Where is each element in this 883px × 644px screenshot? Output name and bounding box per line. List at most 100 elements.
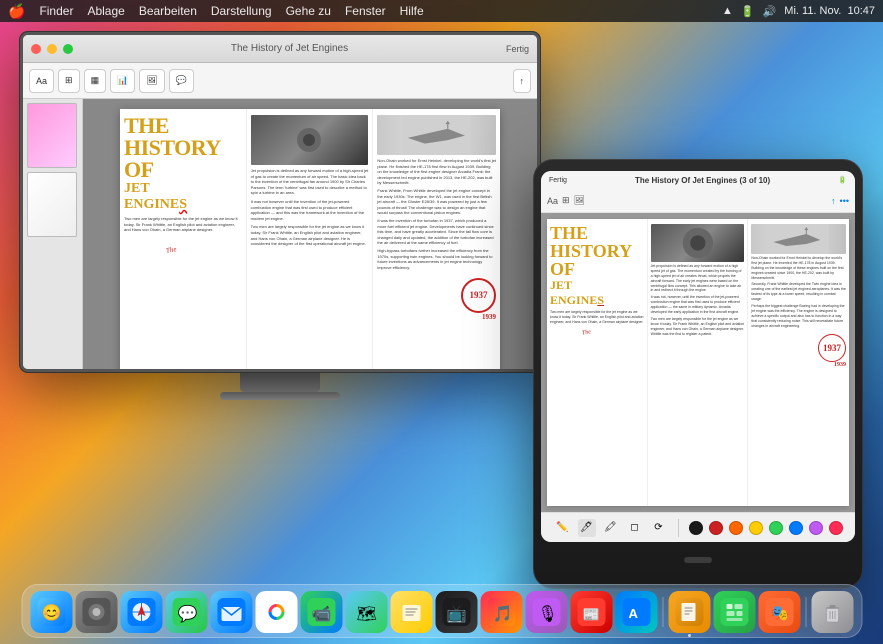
ipad-home-bar[interactable] <box>684 557 712 563</box>
ipad-toolbar-more[interactable]: ••• <box>840 196 849 206</box>
sharing-icon[interactable]: Fertig <box>506 44 529 54</box>
ipad-doc-title-bar: The History Of Jet Engines (3 of 10) <box>635 176 770 185</box>
ipad-body: Fertig The History Of Jet Engines (3 of … <box>533 159 863 589</box>
doc-left-column: THEHISTORYOF The JETENGINES Two men are … <box>120 109 247 369</box>
ipad: Fertig The History Of Jet Engines (3 of … <box>533 159 863 589</box>
doc-year-stamp-1937: 1937 <box>461 278 496 313</box>
ipad-toolbar-media[interactable]: 🖼 <box>574 195 585 206</box>
dock-separator <box>662 597 663 627</box>
toolbar-media[interactable]: 🖼 <box>139 69 164 93</box>
toolbar-format[interactable]: Aa <box>29 69 54 93</box>
pages-doc: THEHISTORYOF The JETENGINES Two men are … <box>83 99 537 369</box>
color-swatch-blue[interactable] <box>789 521 803 535</box>
dock-icon-news[interactable]: 📰 <box>570 591 612 633</box>
dock-icon-appstore[interactable]: A <box>615 591 657 633</box>
toolbar-chart[interactable]: 📊 <box>110 69 135 93</box>
ipad-year-2: 1939 <box>751 362 846 368</box>
color-swatch-green[interactable] <box>769 521 783 535</box>
ipad-screen: Fertig The History Of Jet Engines (3 of … <box>541 171 855 542</box>
ipad-toolbar-format[interactable]: Aa <box>547 196 558 206</box>
doc-mid-column: Jet propulsion is defined as any forward… <box>247 109 374 369</box>
dock: 😊 💬 📹 🗺 📺 🎵 � <box>21 584 862 638</box>
color-swatch-purple[interactable] <box>809 521 823 535</box>
menubar-darstellung[interactable]: Darstellung <box>211 4 272 18</box>
dock-icon-maps[interactable]: 🗺 <box>345 591 387 633</box>
imac-screen: The History of Jet Engines Fertig Aa ⊞ ▦… <box>20 32 540 372</box>
desktop: 🍎 Finder Ablage Bearbeiten Darstellung G… <box>0 0 883 644</box>
pencil-tool-marker[interactable]: 🖊 <box>578 519 596 537</box>
dock-icon-photos[interactable] <box>255 591 297 633</box>
dock-dot-pages <box>688 634 691 637</box>
ipad-toolbar-insert[interactable]: ⊞ <box>562 195 570 206</box>
dock-icon-podcasts[interactable]: 🎙 <box>525 591 567 633</box>
dock-icon-finder[interactable]: 😊 <box>30 591 72 633</box>
menubar-ablage[interactable]: Ablage <box>87 4 124 18</box>
dock-icon-pages[interactable] <box>668 591 710 633</box>
toolbar-share[interactable]: ↑ <box>513 69 532 93</box>
menubar-hilfe[interactable]: Hilfe <box>400 4 424 18</box>
menubar-finder[interactable]: Finder <box>39 4 73 18</box>
pages-sidebar <box>23 99 83 369</box>
apple-menu[interactable]: 🍎 <box>8 3 25 20</box>
pencil-tool-pen[interactable]: ✏️ <box>554 519 572 537</box>
menubar-bearbeiten[interactable]: Bearbeiten <box>139 4 197 18</box>
dock-icon-tv[interactable]: 📺 <box>435 591 477 633</box>
maximize-button[interactable] <box>63 44 73 54</box>
pages-toolbar[interactable]: Aa ⊞ ▦ 📊 🖼 💬 ↑ <box>23 63 537 99</box>
ipad-left-column: THEHISTORYOF The JETENGINES Two men are … <box>547 219 648 506</box>
dock-icon-keynote[interactable]: 🎭 <box>758 591 800 633</box>
dock-icon-numbers[interactable] <box>713 591 755 633</box>
menubar-volume: 🔊 <box>763 5 777 18</box>
page-thumbnail-1[interactable] <box>27 103 77 168</box>
svg-text:📺: 📺 <box>446 605 466 623</box>
page-thumbnail-2[interactable] <box>27 172 77 237</box>
dock-icon-music[interactable]: 🎵 <box>480 591 522 633</box>
ipad-home-area <box>541 542 855 577</box>
color-swatch-orange[interactable] <box>729 521 743 535</box>
menubar-left: 🍎 Finder Ablage Bearbeiten Darstellung G… <box>8 3 424 20</box>
dock-icon-messages[interactable]: 💬 <box>165 591 207 633</box>
toolbar-table[interactable]: ▦ <box>84 69 107 93</box>
doc-body-mid-3: Two men are largely responsible for the … <box>251 224 369 246</box>
svg-text:🎵: 🎵 <box>492 605 512 623</box>
ipad-doc-page: THEHISTORYOF The JETENGINES Two men are … <box>547 219 849 506</box>
dock-icon-mail[interactable] <box>210 591 252 633</box>
menubar-battery: 🔋 <box>741 5 755 18</box>
toolbar-comment[interactable]: 💬 <box>169 69 194 93</box>
doc-body-right-3: It was the invention of the turbofan in … <box>377 218 496 246</box>
dock-icon-facetime2[interactable] <box>390 591 432 633</box>
svg-text:📰: 📰 <box>582 606 599 622</box>
doc-subtitle: JETENGINES <box>124 181 242 213</box>
color-swatch-black[interactable] <box>689 521 703 535</box>
pages-content: THEHISTORYOF The JETENGINES Two men are … <box>23 99 537 369</box>
dock-icon-facetime[interactable]: 📹 <box>300 591 342 633</box>
pencil-tool-eraser[interactable]: ◻ <box>626 519 644 537</box>
ipad-toolbar-share[interactable]: ↑ <box>831 196 836 206</box>
pencil-tool-lasso[interactable]: ⟳ <box>650 519 668 537</box>
dock-icon-safari[interactable] <box>120 591 162 633</box>
toolbar-insert[interactable]: ⊞ <box>58 69 80 93</box>
color-swatch-red[interactable] <box>709 521 723 535</box>
color-swatch-pink[interactable] <box>829 521 843 535</box>
menubar-fenster[interactable]: Fenster <box>345 4 386 18</box>
svg-text:🎙: 🎙 <box>537 605 557 623</box>
dock-icon-trash[interactable] <box>811 591 853 633</box>
ipad-toolbar[interactable]: Aa ⊞ 🖼 ↑ ••• <box>541 189 855 213</box>
ipad-body-left: Two men are largely responsible for the … <box>550 310 644 325</box>
ipad-subtitle: JETENGINES <box>550 278 644 308</box>
color-swatch-yellow[interactable] <box>749 521 763 535</box>
ipad-status-left[interactable]: Fertig <box>549 177 567 184</box>
imac: The History of Jet Engines Fertig Aa ⊞ ▦… <box>20 32 540 412</box>
doc-body-left: Two men are largely responsible for the … <box>124 216 242 233</box>
ipad-mid-column: Jet propulsion is defined as any forward… <box>648 219 749 506</box>
dock-separator-2 <box>805 597 806 627</box>
dock-icon-launchpad[interactable] <box>75 591 117 633</box>
minimize-button[interactable] <box>47 44 57 54</box>
ipad-body-right-1: Non-Ohain worked for Ernst Heinkel to de… <box>751 256 846 280</box>
doc-body-right-2: Frank Whittle, From Whittle developed th… <box>377 188 496 216</box>
doc-page: THEHISTORYOF The JETENGINES Two men are … <box>120 109 500 369</box>
menubar-gehzu[interactable]: Gehe zu <box>286 4 331 18</box>
svg-text:😊: 😊 <box>41 604 61 622</box>
pencil-tool-crayon[interactable]: 🖍 <box>602 519 620 537</box>
close-button[interactable] <box>31 44 41 54</box>
